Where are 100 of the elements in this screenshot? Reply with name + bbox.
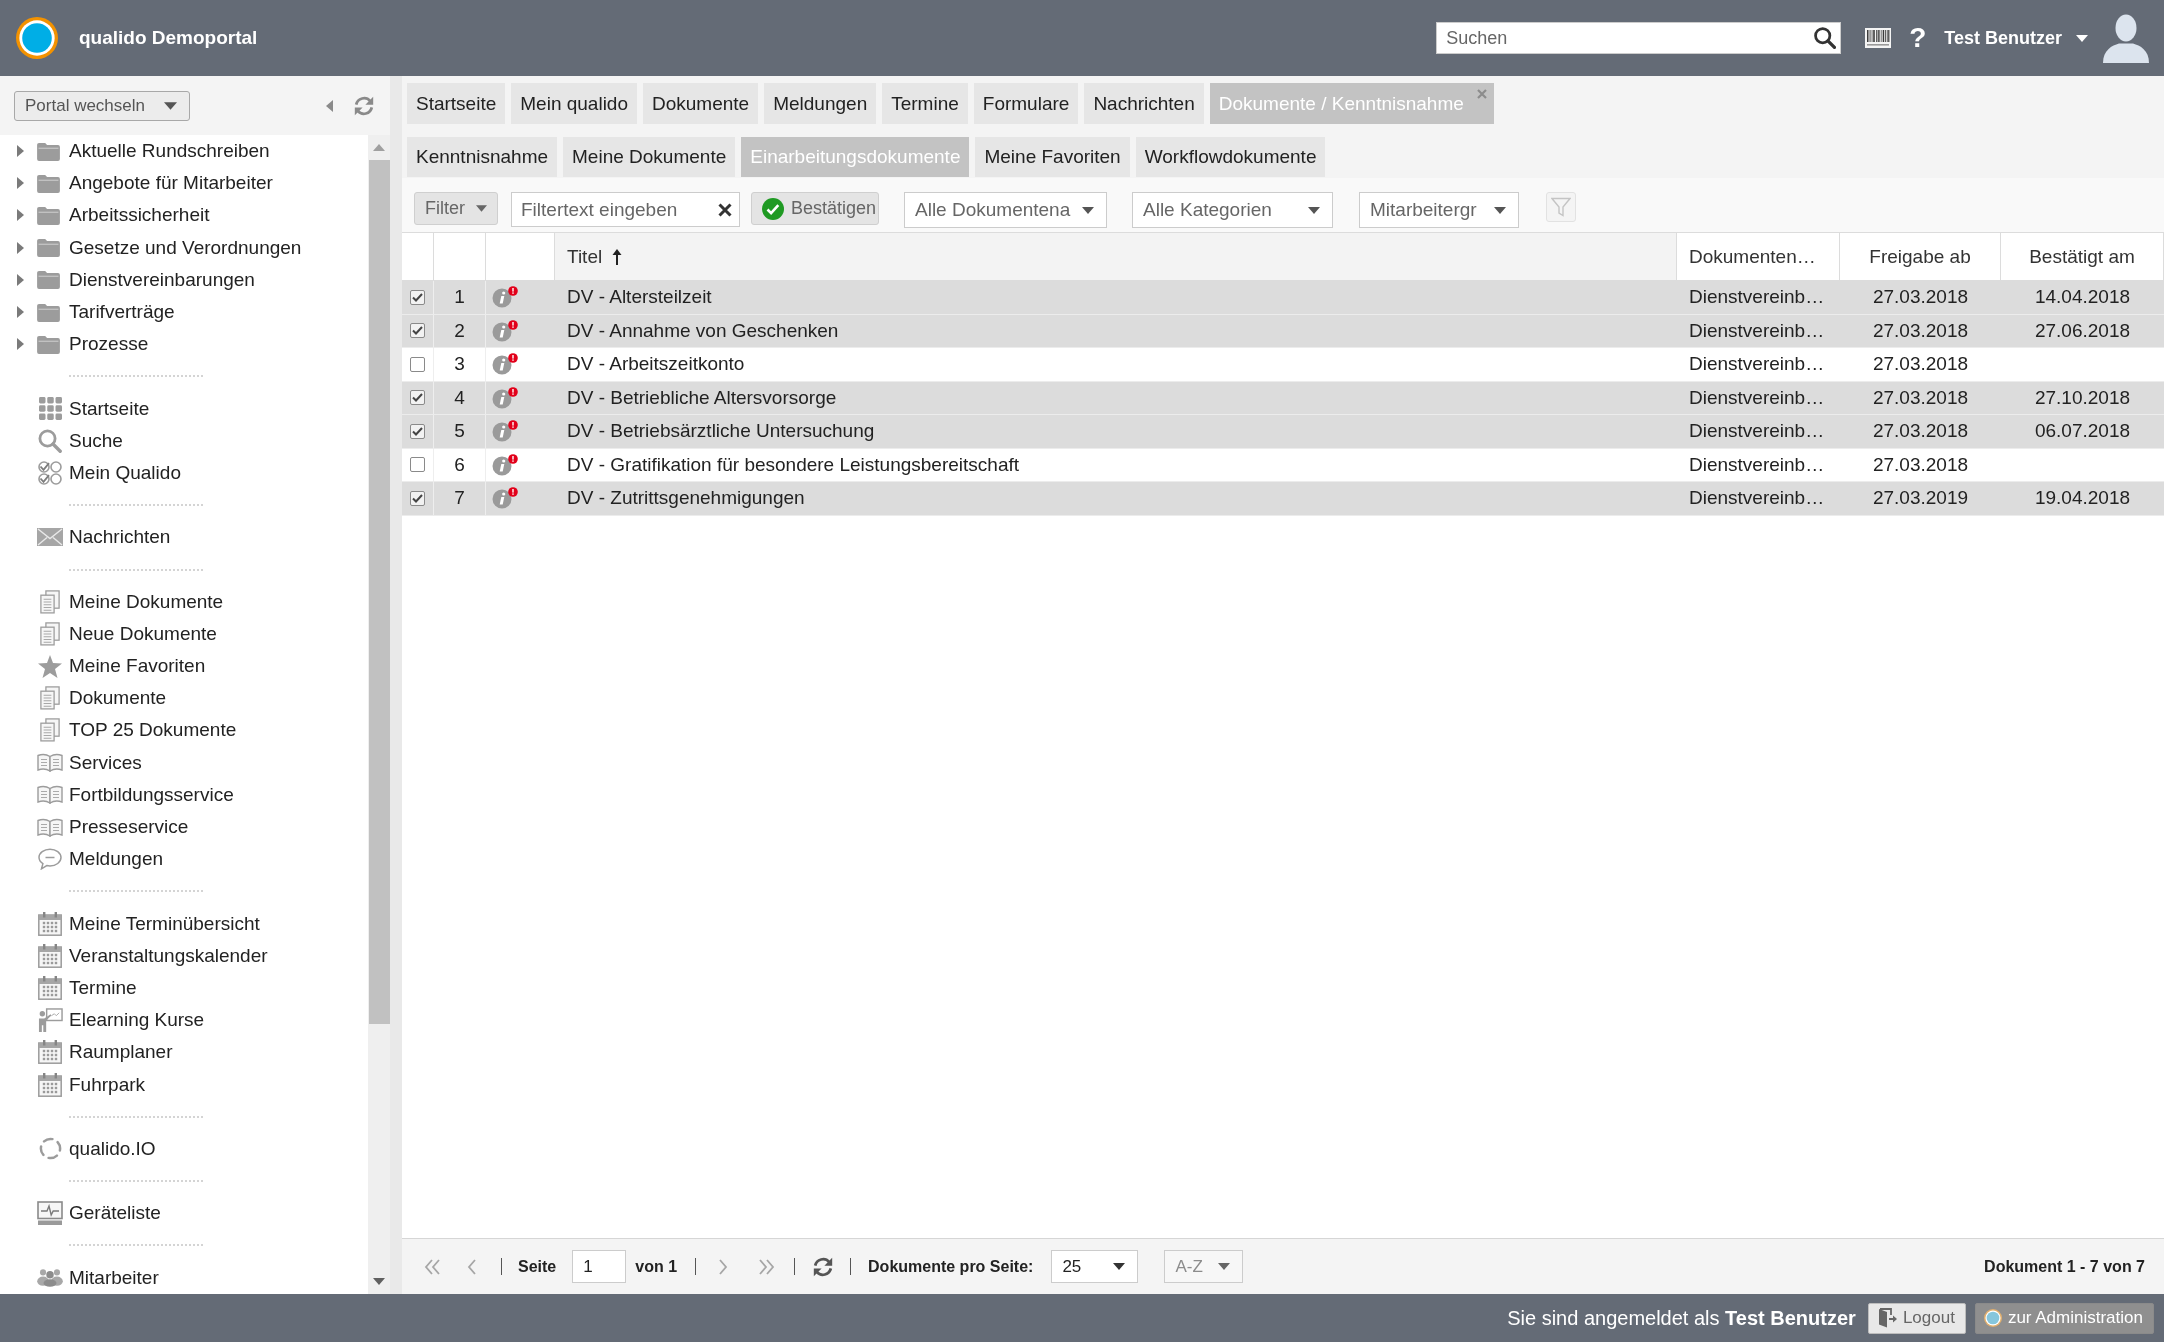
nav-item[interactable]: Geräteliste bbox=[17, 1197, 368, 1230]
nav-item[interactable]: Nachrichten bbox=[17, 521, 368, 554]
help-button[interactable]: ? bbox=[1909, 24, 1927, 52]
page-input[interactable]: 1 bbox=[572, 1250, 627, 1283]
info-icon[interactable] bbox=[491, 453, 518, 476]
tree-item[interactable]: Angebote für Mitarbeiter bbox=[17, 167, 368, 200]
caret-left-icon[interactable] bbox=[326, 99, 333, 112]
info-icon[interactable] bbox=[491, 353, 518, 376]
search-icon[interactable] bbox=[1814, 27, 1837, 49]
tab[interactable]: Meine Favoriten bbox=[975, 137, 1130, 177]
tree-item[interactable]: Aktuelle Rundschreiben bbox=[17, 135, 368, 168]
clear-icon[interactable] bbox=[718, 202, 732, 217]
nav-item[interactable]: Mein Qualido bbox=[17, 456, 368, 490]
chevron-right-icon[interactable] bbox=[718, 1258, 729, 1275]
caret-right-icon[interactable] bbox=[17, 177, 24, 190]
nav-item[interactable]: TOP 25 Dokumente bbox=[17, 714, 368, 747]
logout-button[interactable]: Logout bbox=[1867, 1302, 1966, 1334]
user-menu-button[interactable]: Test Benutzer bbox=[1944, 27, 2088, 49]
tab[interactable]: Workflowdokumente bbox=[1135, 137, 1326, 177]
tab[interactable]: Mein qualido bbox=[511, 83, 637, 124]
caret-up-icon[interactable] bbox=[373, 144, 385, 151]
nav-item[interactable]: Meine Dokumente bbox=[17, 585, 368, 618]
tree-item[interactable]: Prozesse bbox=[17, 328, 368, 361]
tree-item[interactable]: Tarifverträge bbox=[17, 295, 368, 329]
checkbox[interactable] bbox=[410, 423, 425, 439]
checkbox[interactable] bbox=[410, 323, 425, 339]
chevron-left-icon[interactable] bbox=[467, 1258, 477, 1275]
tree-item[interactable]: Gesetze und Verordnungen bbox=[17, 231, 368, 264]
per-page-dropdown[interactable]: 25 bbox=[1051, 1250, 1139, 1283]
nav-item[interactable]: Veranstaltungskalender bbox=[17, 939, 368, 972]
table-cell-text: Dienstvereinb… bbox=[1688, 452, 1826, 477]
checklist-icon bbox=[38, 460, 62, 485]
tab[interactable]: Meine Dokumente bbox=[563, 137, 736, 177]
table-row[interactable]: 2 DV - Annahme von Geschenken Dienstvereinb… 27.03.2018 27.06.2018 bbox=[402, 314, 2164, 348]
info-icon[interactable] bbox=[491, 386, 518, 409]
nav-item[interactable]: Elearning Kurse bbox=[17, 1004, 368, 1037]
nav-item[interactable]: Raumplaner bbox=[17, 1036, 368, 1069]
dropdown[interactable]: Mitarbeitergr bbox=[1359, 192, 1519, 228]
confirm-button[interactable]: Bestätigen bbox=[751, 192, 879, 225]
documents-icon bbox=[40, 589, 60, 614]
nav-item[interactable]: Neue Dokumente bbox=[17, 617, 368, 650]
caret-right-icon[interactable] bbox=[17, 209, 24, 222]
nav-item[interactable]: Termine bbox=[17, 971, 368, 1005]
checkbox[interactable] bbox=[410, 457, 425, 473]
column-header[interactable]: Titel bbox=[555, 233, 1677, 280]
dropdown[interactable]: Alle Kategorien bbox=[1132, 192, 1333, 228]
caret-right-icon[interactable] bbox=[17, 241, 24, 254]
table-row[interactable]: 3 DV - Arbeitszeitkonto Dienstvereinb… 27.03.2018 bbox=[402, 348, 2164, 382]
tab[interactable]: Nachrichten bbox=[1084, 83, 1204, 124]
tab[interactable]: Meldungen bbox=[764, 83, 877, 124]
caret-right-icon[interactable] bbox=[17, 338, 24, 351]
tab[interactable]: Kenntnisnahme bbox=[407, 137, 558, 177]
table-cell-text: DV - Arbeitszeitkonto bbox=[566, 352, 746, 377]
checkbox[interactable] bbox=[410, 390, 425, 406]
table-row[interactable]: 5 DV - Betriebsärztliche Untersuchung Dienstvereinb… 27.03.2018 06.07.2018 bbox=[402, 415, 2164, 449]
nav-item[interactable]: Mitarbeiter bbox=[17, 1261, 368, 1294]
nav-item[interactable]: qualido.IO bbox=[17, 1132, 368, 1165]
checkbox[interactable] bbox=[410, 356, 425, 372]
nav-item[interactable]: Suche bbox=[17, 424, 368, 457]
nav-item[interactable]: Startseite bbox=[17, 392, 368, 425]
barcode-icon[interactable] bbox=[1865, 28, 1892, 48]
nav-item[interactable]: Meine Terminübersicht bbox=[17, 907, 368, 940]
tree-item[interactable]: Arbeitssicherheit bbox=[17, 199, 368, 232]
caret-right-icon[interactable] bbox=[17, 306, 24, 319]
table-row[interactable]: 7 DV - Zutrittsgenehmigungen Dienstvereinb… 27.03.2019 19.04.2018 bbox=[402, 482, 2164, 516]
avatar-icon[interactable] bbox=[2102, 13, 2150, 63]
nav-item[interactable]: Fuhrpark bbox=[17, 1068, 368, 1101]
table-row[interactable]: 6 DV - Gratifikation für besondere Leistungsbereitschaft Dienstvereinb… 27.03.2018 bbox=[402, 448, 2164, 482]
info-icon[interactable] bbox=[491, 487, 518, 510]
portal-switch-button[interactable]: Portal wechseln bbox=[14, 90, 190, 121]
caret-down-icon[interactable] bbox=[373, 1278, 385, 1285]
tab[interactable]: Termine bbox=[882, 83, 968, 124]
table-row[interactable]: 4 DV - Betriebliche Altersvorsorge Dienstvereinb… 27.03.2018 27.10.2018 bbox=[402, 381, 2164, 415]
scrollbar-thumb[interactable] bbox=[368, 160, 390, 1024]
refresh-icon[interactable] bbox=[353, 94, 375, 117]
tree-item[interactable]: Dienstvereinbarungen bbox=[17, 263, 368, 296]
tab[interactable]: Startseite bbox=[407, 83, 506, 124]
info-icon[interactable] bbox=[491, 319, 518, 342]
nav-item[interactable]: Services bbox=[17, 746, 368, 779]
nav-item[interactable]: Meine Favoriten bbox=[17, 650, 368, 683]
filter-text-field[interactable]: Filtertext eingeben bbox=[511, 192, 740, 227]
tab[interactable]: Formulare bbox=[973, 83, 1079, 124]
chevrons-right-icon[interactable] bbox=[758, 1258, 776, 1275]
filter-button[interactable]: Filter bbox=[414, 192, 498, 225]
chevrons-left-icon[interactable] bbox=[424, 1258, 441, 1275]
nav-item[interactable]: Presseservice bbox=[17, 810, 368, 844]
search-field[interactable]: Suchen bbox=[1436, 22, 1842, 54]
nav-item[interactable]: Dokumente bbox=[17, 682, 368, 715]
refresh-icon[interactable] bbox=[812, 1255, 835, 1278]
info-icon[interactable] bbox=[491, 286, 518, 309]
table-row[interactable]: 1 DV - Altersteilzeit Dienstvereinb… 27.03.2018 14.04.2018 bbox=[402, 281, 2164, 315]
nav-item[interactable]: Fortbildungsservice bbox=[17, 778, 368, 811]
checkbox[interactable] bbox=[410, 490, 425, 506]
checkbox[interactable] bbox=[410, 289, 425, 305]
caret-right-icon[interactable] bbox=[17, 273, 24, 286]
caret-right-icon[interactable] bbox=[17, 145, 24, 158]
dropdown[interactable]: Alle Dokumentena bbox=[904, 192, 1107, 228]
tab[interactable]: Dokumente bbox=[643, 83, 759, 124]
nav-item[interactable]: Meldungen bbox=[17, 843, 368, 876]
info-icon[interactable] bbox=[491, 420, 518, 443]
